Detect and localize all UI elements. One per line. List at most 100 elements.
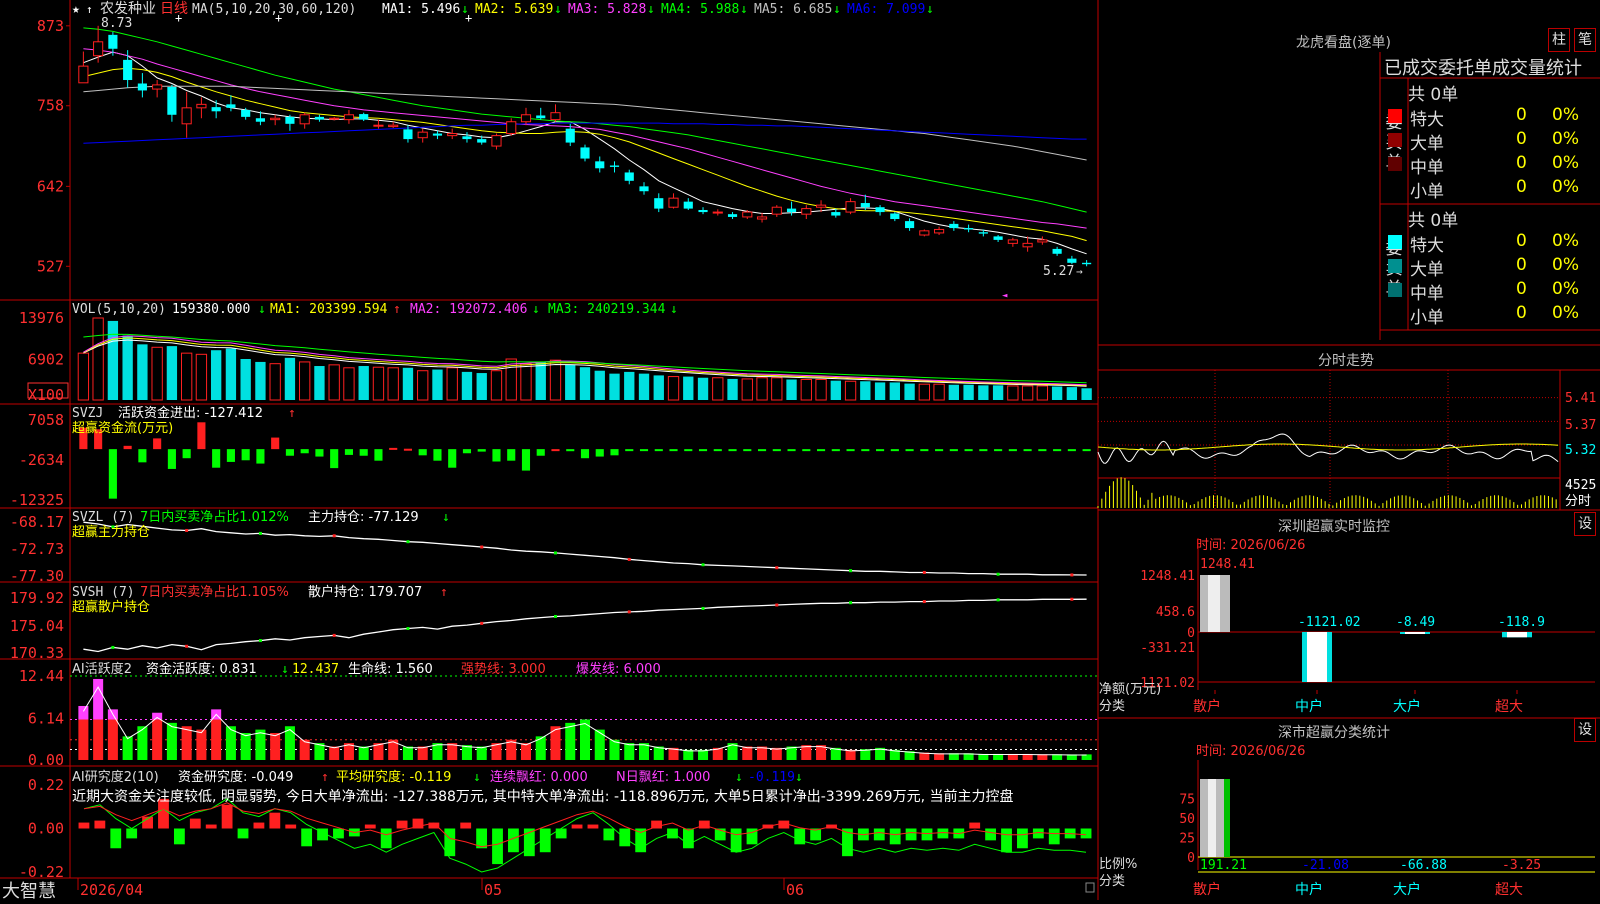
tick-mode-button[interactable]: 笔 — [1574, 28, 1596, 52]
price-axis-label: 873 — [37, 17, 64, 35]
candle-body-up — [181, 107, 192, 125]
ai2-bar — [221, 804, 233, 829]
vol-bar-up — [269, 363, 281, 401]
stat-category-label: 散户 — [1193, 881, 1221, 898]
vol-bar-down — [830, 380, 841, 400]
candle-body-up — [801, 208, 812, 215]
ai2-bar — [1080, 828, 1092, 839]
stat-value-label: -66.88 — [1400, 858, 1447, 873]
svzj-label: SVZJ — [72, 406, 103, 421]
ai2-bar — [126, 828, 138, 839]
stat-axis-label: 75 — [1179, 793, 1195, 808]
vol-label: VOL(5,10,20) — [72, 302, 166, 317]
buy-count: 0 — [1516, 105, 1527, 125]
svzj-bar — [477, 449, 486, 452]
candle-body-up — [373, 124, 384, 127]
buy-count: 0 — [1516, 153, 1527, 173]
vol-bar-down — [284, 357, 296, 400]
lock-icon — [1085, 882, 1095, 893]
candle-body-up — [417, 131, 428, 139]
stat-category-label: 超大 — [1495, 882, 1523, 898]
vol-bar-down — [1051, 386, 1063, 400]
buy-swatch — [1388, 157, 1402, 171]
sell-count: 0 — [1516, 303, 1527, 323]
monitor-axis-label: 1248.41 — [1140, 569, 1195, 584]
date-axis-label: 2026/04 — [80, 881, 143, 899]
vol-bar-up — [180, 352, 193, 401]
bar-mode-button[interactable]: 柱 — [1548, 28, 1570, 52]
monitor-settings-button[interactable]: 设 — [1574, 512, 1596, 536]
svzl-subtitle: 超赢主力持仓 — [72, 524, 150, 540]
svsh-axis-label: 175.04 — [10, 617, 64, 635]
ai2-bar — [730, 828, 742, 853]
monitor-category-label: 散户 — [1193, 698, 1221, 715]
ai2-bar — [619, 828, 631, 847]
stat-axis-label: 50 — [1179, 812, 1195, 827]
ai2-bar — [396, 820, 408, 829]
sell-pct: 0% — [1552, 279, 1579, 299]
order-stats-title: 已成交委托单成交量统计 — [1384, 58, 1582, 79]
vol-bar-up — [741, 378, 753, 401]
svsh-marker — [922, 600, 926, 604]
vol-bar-up — [446, 367, 458, 401]
svzj-bar — [831, 449, 840, 452]
app-brand-logo: 大智慧 — [2, 881, 56, 902]
svzj-bar — [433, 449, 442, 461]
svzj-bar — [241, 449, 250, 461]
ai2-bar — [555, 828, 567, 839]
vol-bar-up — [387, 367, 399, 401]
high-price-marker: 8.73 — [101, 16, 132, 31]
ai1-bar — [624, 743, 635, 760]
svzj-axis-label: -2634 — [19, 451, 64, 469]
intraday-axis-label: 5.37 — [1565, 418, 1596, 433]
ai1-bar-top — [78, 705, 89, 720]
ma-value-MA3: MA3: 5.828 — [568, 2, 646, 17]
vol-bar-up — [918, 383, 930, 401]
ai2-bar — [253, 822, 265, 829]
candle-body-down — [727, 214, 738, 217]
svsh-marker — [701, 606, 705, 610]
down-arrow-icon: ↓ — [670, 302, 678, 317]
svzj-bar — [182, 449, 191, 459]
vol-bar-down — [992, 385, 1004, 400]
vol-bar-up — [756, 377, 768, 401]
vol-bar-up — [933, 383, 945, 401]
down-arrow-icon: ↓ — [532, 302, 540, 317]
vol-bar-up — [549, 359, 562, 401]
chart-canvas[interactable]: 873758642527★ ↑ 农发种业 日线 MA(5,10,20,30,60,120… — [0, 0, 1600, 900]
svsh-marker — [406, 627, 410, 631]
ai2-consec: 连续飘红: 0.000 — [490, 769, 588, 785]
ai2-nday: N日飘红: 1.000 — [616, 769, 710, 785]
ai1-label: AI活跃度2 — [72, 661, 132, 677]
ai2-value5: -0.119 — [748, 770, 795, 785]
down-arrow-icon: ↓ — [735, 770, 743, 785]
svzj-bar — [374, 449, 383, 461]
ai1-bar-base — [78, 719, 89, 760]
vol-bar-down — [1081, 388, 1092, 400]
vol-bar-down — [963, 384, 974, 400]
scroll-indicator-icon: ◄ — [1002, 291, 1008, 301]
price-axis-label: 758 — [37, 97, 64, 115]
ai2-bar — [794, 828, 806, 845]
stat-value-label: -3.25 — [1502, 858, 1541, 873]
sell-row: 特大 0 0% — [1380, 230, 1600, 256]
ai2-bar — [937, 828, 949, 839]
svsh-marker — [480, 621, 484, 625]
svzj-bar — [802, 449, 811, 452]
vol-bar-up — [92, 317, 104, 401]
candle-body-down — [624, 172, 634, 181]
svzj-bar — [403, 448, 413, 451]
svsh-marker — [553, 614, 557, 618]
vol-bar-down — [727, 378, 738, 400]
candle-body-down — [1082, 262, 1092, 265]
vol-bar-down — [402, 367, 414, 400]
svzj-bar — [787, 449, 796, 452]
ai1-bar — [270, 732, 281, 760]
svzj-bar — [226, 449, 235, 462]
sz-monitor-title: 深圳超赢实时监控 — [1278, 519, 1390, 535]
buy-swatch — [1388, 181, 1402, 195]
stat-settings-button[interactable]: 设 — [1574, 718, 1596, 742]
ai1-bar — [742, 746, 753, 760]
candle-body-down — [211, 107, 221, 112]
svzl-marker — [775, 566, 779, 570]
